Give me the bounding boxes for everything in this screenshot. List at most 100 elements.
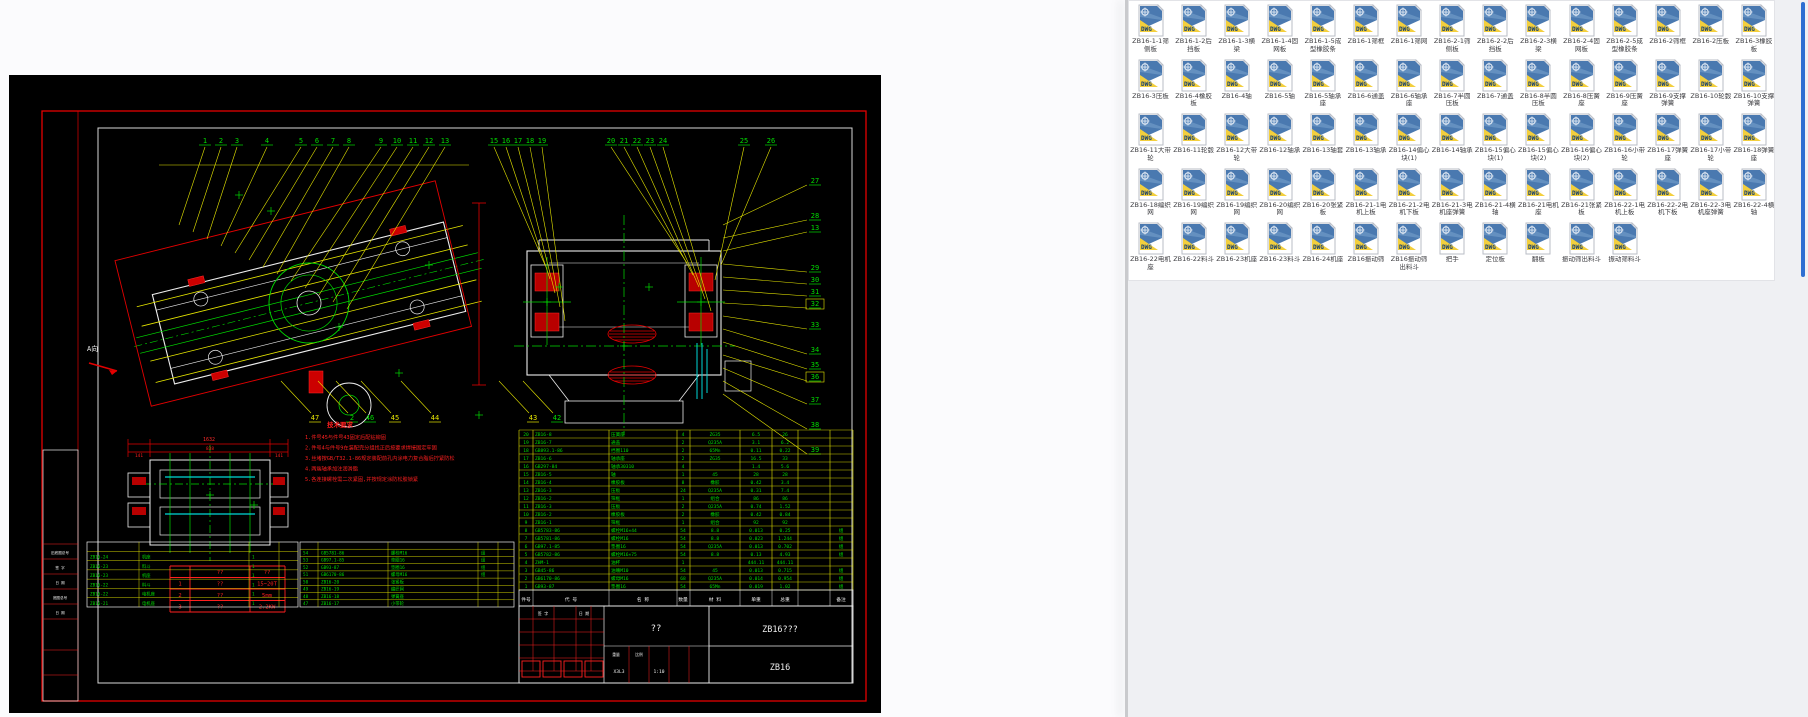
file-item[interactable]: DWGZB16-13轴承 [1345, 113, 1388, 155]
svg-text:代 号: 代 号 [565, 596, 578, 603]
file-item[interactable]: DWGZB16-15偏心块(1) [1474, 113, 1517, 162]
svg-text:38: 38 [811, 421, 819, 429]
file-item[interactable]: DWGZB16-3压板 [1129, 59, 1172, 101]
file-item[interactable]: DWGZB16-22-3电机座弹簧 [1689, 168, 1732, 217]
file-item[interactable]: DWGZB16-2筛框 [1646, 4, 1689, 46]
file-name: ZB16-22-2电机下板 [1646, 202, 1689, 217]
file-item[interactable]: DWGZB16-22料斗 [1172, 222, 1215, 264]
file-item[interactable]: DWGZB16-8压簧座 [1560, 59, 1603, 108]
vertical-scrollbar[interactable] [1801, 2, 1805, 277]
file-item[interactable]: DWGZB16-16小带轮 [1603, 113, 1646, 162]
file-item[interactable]: DWGZB16-2-1筛侧板 [1431, 4, 1474, 53]
file-item[interactable]: DWGZB16-1-3横梁 [1215, 4, 1258, 53]
file-item[interactable]: DWGZB16-7通盖 [1474, 59, 1517, 101]
file-item[interactable]: DWGZB16-22电机座 [1129, 222, 1172, 271]
file-item[interactable]: DWGZB16-18弹簧座 [1732, 113, 1775, 162]
svg-text:8.8: 8.8 [711, 552, 720, 558]
file-item[interactable]: DWGZB16-21-2电机下板 [1388, 168, 1431, 217]
file-item[interactable]: DWGZB16-10支撑弹簧 [1732, 59, 1775, 108]
file-name: 把手 [1431, 256, 1474, 264]
file-item[interactable]: DWGZB16-4橡胶板 [1172, 59, 1215, 108]
file-item[interactable]: DWGZB16-22-4横轴 [1732, 168, 1775, 217]
file-item[interactable]: DWGZB16-22-1电机上板 [1603, 168, 1646, 217]
file-item[interactable]: DWGZB16-10轮毂 [1689, 59, 1732, 101]
svg-text:8: 8 [525, 528, 528, 534]
file-item[interactable]: DWGZB16-2-4固网板 [1560, 4, 1603, 53]
file-item[interactable]: DWGZB16-1-2后挡板 [1172, 4, 1215, 53]
file-item[interactable]: DWGZB16-1-5成型橡胶条 [1301, 4, 1344, 53]
file-item[interactable]: DWGZB16-17小带轮 [1689, 113, 1732, 162]
svg-text:8.8: 8.8 [711, 528, 720, 534]
dwg-file-icon: DWG [1308, 113, 1338, 146]
dwg-file-icon: DWG [1739, 4, 1769, 37]
file-item[interactable]: DWG振动筛料斗 [1603, 222, 1646, 264]
file-item[interactable]: DWGZB16-11轮毂 [1172, 113, 1215, 155]
file-item[interactable]: DWGZB16振动筛出料斗 [1388, 222, 1431, 271]
file-item[interactable]: DWGZB16-15偏心块(2) [1517, 113, 1560, 162]
file-item[interactable]: DWGZB16-1-4固网板 [1258, 4, 1301, 53]
file-item[interactable]: DWGZB16-9支撑弹簧 [1646, 59, 1689, 108]
file-item[interactable]: DWGZB16-21-1电机上板 [1345, 168, 1388, 217]
file-item[interactable]: DWGZB16-21-4横轴 [1474, 168, 1517, 217]
file-item[interactable]: DWGZB16-24机座 [1301, 222, 1344, 264]
file-name: ZB16-2筛框 [1646, 38, 1689, 46]
file-name: ZB16-2-1筛侧板 [1431, 38, 1474, 53]
svg-text:2.2KW: 2.2KW [259, 605, 276, 611]
file-item[interactable]: DWGZB16-12轴承 [1258, 113, 1301, 155]
file-item[interactable]: DWGZB16-22-2电机下板 [1646, 168, 1689, 217]
file-item[interactable]: DWGZB16-6通盖 [1345, 59, 1388, 101]
file-item[interactable]: DWGZB16-20张紧板 [1301, 168, 1344, 217]
file-item[interactable]: DWGZB16-14偏心块(1) [1388, 113, 1431, 162]
dwg-file-icon: DWG [1179, 59, 1209, 92]
svg-text:油杯: 油杯 [611, 559, 621, 566]
svg-text:34: 34 [811, 346, 819, 354]
file-item[interactable]: DWGZB16-23料斗 [1258, 222, 1301, 264]
file-grid-panel: DWGZB16-1-1筛侧板DWGZB16-1-2后挡板DWGZB16-1-3横… [1128, 0, 1775, 281]
file-item[interactable]: DWGZB16-20编织网 [1258, 168, 1301, 217]
file-item[interactable]: DWGZB16-1筛框 [1345, 4, 1388, 46]
svg-text:ZB16-22: ZB16-22 [90, 592, 109, 598]
cad-drawing-canvas[interactable]: 1632 141838141 A向 1234567891011121315161… [9, 75, 881, 713]
svg-text:86: 86 [753, 496, 759, 502]
file-item[interactable]: DWGZB16-4轴 [1215, 59, 1258, 101]
file-item[interactable]: DWGZB16-1筛网 [1388, 4, 1431, 46]
file-item[interactable]: DWGZB16-9压簧座 [1603, 59, 1646, 108]
file-item[interactable]: DWGZB16-6轴承座 [1388, 59, 1431, 108]
file-item[interactable]: DWGZB16-2-5成型橡胶条 [1603, 4, 1646, 53]
dwg-file-icon: DWG [1136, 222, 1166, 255]
file-item[interactable]: DWGZB16-21-3电机座弹簧 [1431, 168, 1474, 217]
file-item[interactable]: DWGZB16-12大带轮 [1215, 113, 1258, 162]
file-item[interactable]: DWGZB16-1-1筛侧板 [1129, 4, 1172, 53]
file-item[interactable]: DWGZB16-8半圆压板 [1517, 59, 1560, 108]
file-item[interactable]: DWGZB16-21电机座 [1517, 168, 1560, 217]
svg-text:Q235A: Q235A [708, 576, 722, 582]
file-item[interactable]: DWGZB16-3橡胶板 [1732, 4, 1775, 53]
file-item[interactable]: DWGZB16-17弹簧座 [1646, 113, 1689, 162]
file-item[interactable]: DWGZB16-16偏心块(2) [1560, 113, 1603, 162]
file-item[interactable]: DWG定位板 [1474, 222, 1517, 264]
file-item[interactable]: DWGZB16-23机座 [1215, 222, 1258, 264]
file-item[interactable]: DWGZB16振动筛 [1345, 222, 1388, 264]
svg-text:ZG35: ZG35 [709, 432, 720, 438]
file-item[interactable]: DWGZB16-5轴承座 [1301, 59, 1344, 108]
file-item[interactable]: DWGZB16-14轴承 [1431, 113, 1474, 155]
file-item[interactable]: DWG翻板 [1517, 222, 1560, 264]
file-item[interactable]: DWGZB16-13轴套 [1301, 113, 1344, 155]
file-item[interactable]: DWGZB16-18编织网 [1129, 168, 1172, 217]
file-item[interactable]: DWGZB16-11大带轮 [1129, 113, 1172, 162]
file-item[interactable]: DWGZB16-2压板 [1689, 4, 1732, 46]
file-item[interactable]: DWGZB16-21张紧板 [1560, 168, 1603, 217]
svg-text:GB5783-86: GB5783-86 [535, 528, 560, 534]
file-item[interactable]: DWG振动筛出料斗 [1560, 222, 1603, 264]
file-item[interactable]: DWGZB16-19编织网 [1215, 168, 1258, 217]
file-item[interactable]: DWGZB16-7半圆压板 [1431, 59, 1474, 108]
svg-text:DWG: DWG [1141, 26, 1152, 33]
file-item[interactable]: DWGZB16-2-2后挡板 [1474, 4, 1517, 53]
file-item[interactable]: DWG把手 [1431, 222, 1474, 264]
svg-text:141: 141 [135, 453, 143, 459]
svg-text:组合: 组合 [710, 519, 720, 526]
sheet-frame [42, 111, 866, 701]
file-item[interactable]: DWGZB16-19编织网 [1172, 168, 1215, 217]
file-item[interactable]: DWGZB16-2-3横梁 [1517, 4, 1560, 53]
file-item[interactable]: DWGZB16-5轴 [1258, 59, 1301, 101]
